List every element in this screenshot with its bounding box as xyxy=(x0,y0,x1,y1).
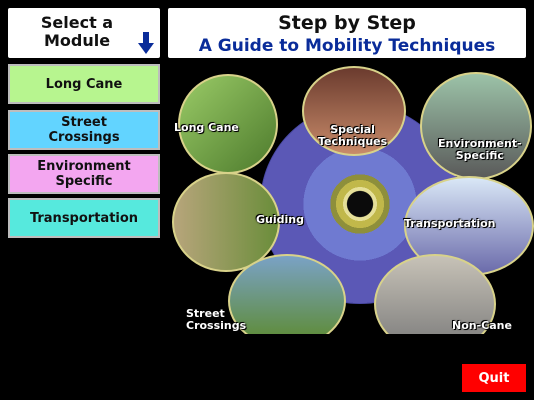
module-button-long-cane[interactable]: Long Cane xyxy=(8,64,160,104)
app-subtitle: A Guide to Mobility Techniques xyxy=(198,36,496,56)
module-selector-header: Select a Module xyxy=(8,8,160,58)
label-street-crossings: Street Crossings xyxy=(186,307,247,332)
module-button-street-crossings[interactable]: Street Crossings xyxy=(8,110,160,150)
label-guiding: Guiding xyxy=(256,213,304,226)
label-long-cane: Long Cane xyxy=(174,121,239,134)
module-wheel: Long Cane Special Techniques Environment… xyxy=(168,64,534,334)
label-non-cane: Non-Cane xyxy=(452,319,512,332)
module-label: Long Cane xyxy=(45,76,123,92)
select-module-title: Select a Module xyxy=(40,13,114,50)
thumb-environment-specific[interactable] xyxy=(420,72,532,180)
app-title: Step by Step xyxy=(278,12,416,34)
quit-button[interactable]: Quit xyxy=(462,364,526,392)
label-transportation: Transportation xyxy=(404,217,496,230)
module-label: Environment Specific xyxy=(37,159,131,189)
app-header: Step by Step A Guide to Mobility Techniq… xyxy=(168,8,526,58)
label-environment-specific: Environment- Specific xyxy=(438,137,522,162)
arrow-down-icon xyxy=(138,32,154,54)
label-special-techniques: Special Techniques xyxy=(318,123,388,148)
module-label: Street Crossings xyxy=(48,115,120,145)
module-button-transportation[interactable]: Transportation xyxy=(8,198,160,238)
module-label: Transportation xyxy=(29,210,139,226)
module-button-environment-specific[interactable]: Environment Specific xyxy=(8,154,160,194)
